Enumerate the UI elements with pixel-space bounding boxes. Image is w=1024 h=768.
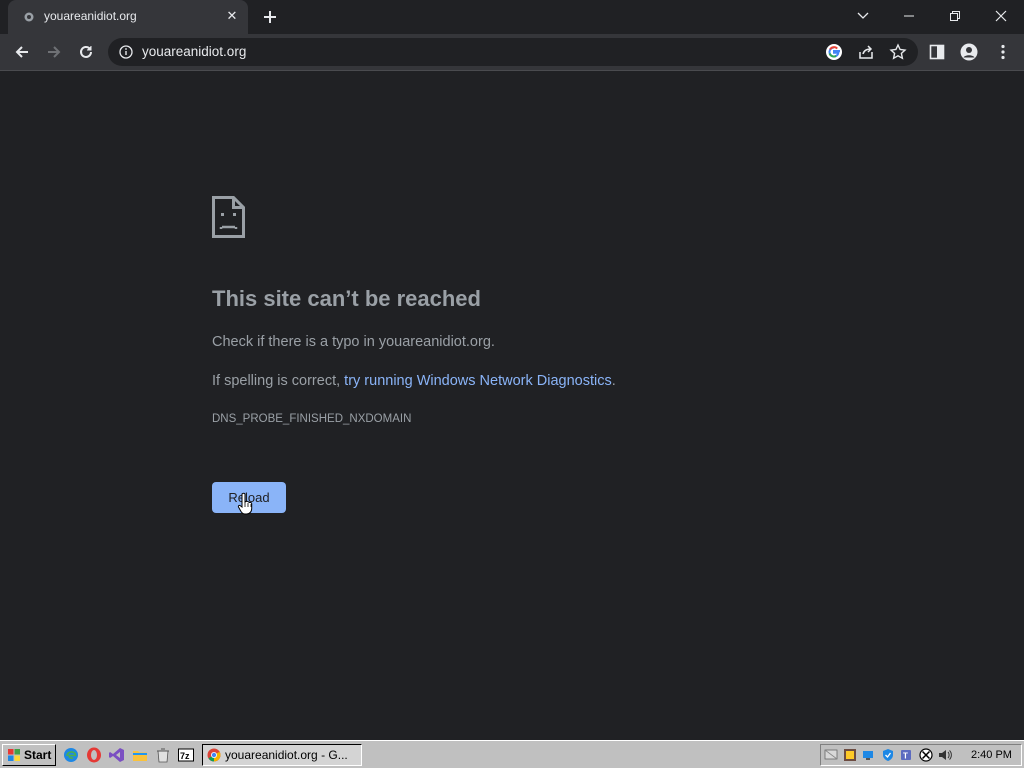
taskbar: Start 7z youareanidiot.org - G... T 2:40… bbox=[0, 740, 1024, 768]
error-code: DNS_PROBE_FINISHED_NXDOMAIN bbox=[212, 413, 412, 425]
network-disconnected-icon[interactable] bbox=[824, 748, 838, 762]
recycle-bin-icon[interactable] bbox=[155, 747, 171, 763]
windows-logo-icon bbox=[8, 749, 20, 761]
edge-icon[interactable] bbox=[63, 747, 79, 763]
refresh-icon bbox=[80, 45, 92, 58]
chevron-down-icon bbox=[857, 12, 869, 19]
side-panel-icon[interactable] bbox=[928, 43, 946, 61]
tab-search-button[interactable] bbox=[840, 0, 886, 32]
teams-icon[interactable]: T bbox=[900, 748, 914, 762]
network-diagnostics-link[interactable]: try running Windows Network Diagnostics bbox=[344, 373, 612, 389]
title-bar: youareanidiot.org ✕ bbox=[0, 0, 1024, 34]
taskbar-chrome-window[interactable]: youareanidiot.org - G... bbox=[202, 744, 362, 766]
diagnostics-suggestion: If spelling is correct, try running Wind… bbox=[212, 373, 616, 389]
start-label: Start bbox=[24, 748, 52, 762]
chrome-icon bbox=[207, 748, 221, 762]
hand-cursor-icon bbox=[237, 492, 253, 515]
tab-close-button[interactable]: ✕ bbox=[223, 7, 241, 25]
system-tray: T 2:40 PM bbox=[820, 744, 1022, 766]
opera-icon[interactable] bbox=[86, 747, 102, 763]
tab-title: youareanidiot.org bbox=[44, 9, 137, 23]
close-window-button[interactable] bbox=[978, 0, 1024, 32]
diagnostics-suffix: . bbox=[611, 373, 616, 389]
visual-studio-icon[interactable] bbox=[109, 747, 125, 763]
typo-suggestion: Check if there is a typo in youareanidio… bbox=[212, 334, 495, 350]
profile-icon[interactable] bbox=[960, 43, 978, 61]
start-button[interactable]: Start bbox=[2, 744, 56, 766]
svg-text:T: T bbox=[903, 752, 908, 761]
sad-page-icon bbox=[212, 196, 245, 238]
star-icon[interactable] bbox=[889, 43, 907, 61]
share-icon[interactable] bbox=[857, 43, 875, 61]
restore-icon bbox=[950, 11, 960, 21]
active-tab[interactable]: youareanidiot.org ✕ bbox=[8, 0, 248, 34]
google-icon[interactable] bbox=[825, 43, 843, 61]
xbox-icon[interactable] bbox=[919, 748, 933, 762]
forward-button[interactable] bbox=[40, 38, 68, 66]
error-page: This site can’t be reached Check if ther… bbox=[0, 72, 1024, 740]
minimize-icon bbox=[904, 15, 914, 17]
error-heading: This site can’t be reached bbox=[212, 286, 481, 311]
defender-icon[interactable] bbox=[881, 748, 895, 762]
browser-toolbar: youareanidiot.org bbox=[0, 34, 1024, 71]
globe-icon bbox=[24, 12, 34, 22]
minimize-button[interactable] bbox=[886, 0, 932, 32]
arrow-right-icon bbox=[48, 46, 61, 58]
address-bar[interactable]: youareanidiot.org bbox=[108, 38, 918, 66]
arrow-left-icon bbox=[15, 46, 28, 58]
volume-icon[interactable] bbox=[938, 748, 952, 762]
display-icon[interactable] bbox=[862, 748, 876, 762]
taskbar-window-title: youareanidiot.org - G... bbox=[225, 748, 348, 762]
url-text[interactable]: youareanidiot.org bbox=[142, 44, 246, 59]
close-icon bbox=[995, 10, 1007, 22]
menu-icon[interactable] bbox=[994, 43, 1012, 61]
folder-icon[interactable] bbox=[132, 747, 148, 763]
plus-icon bbox=[264, 11, 276, 23]
info-icon[interactable] bbox=[119, 45, 133, 59]
back-button[interactable] bbox=[8, 38, 36, 66]
app-tray-icon[interactable] bbox=[843, 748, 857, 762]
7zip-icon[interactable]: 7z bbox=[178, 747, 194, 763]
reload-toolbar-button[interactable] bbox=[72, 38, 100, 66]
diagnostics-prefix: If spelling is correct, bbox=[212, 373, 345, 389]
svg-text:7z: 7z bbox=[180, 751, 190, 761]
restore-button[interactable] bbox=[932, 0, 978, 32]
new-tab-button[interactable] bbox=[258, 5, 282, 29]
taskbar-clock[interactable]: 2:40 PM bbox=[971, 749, 1012, 761]
